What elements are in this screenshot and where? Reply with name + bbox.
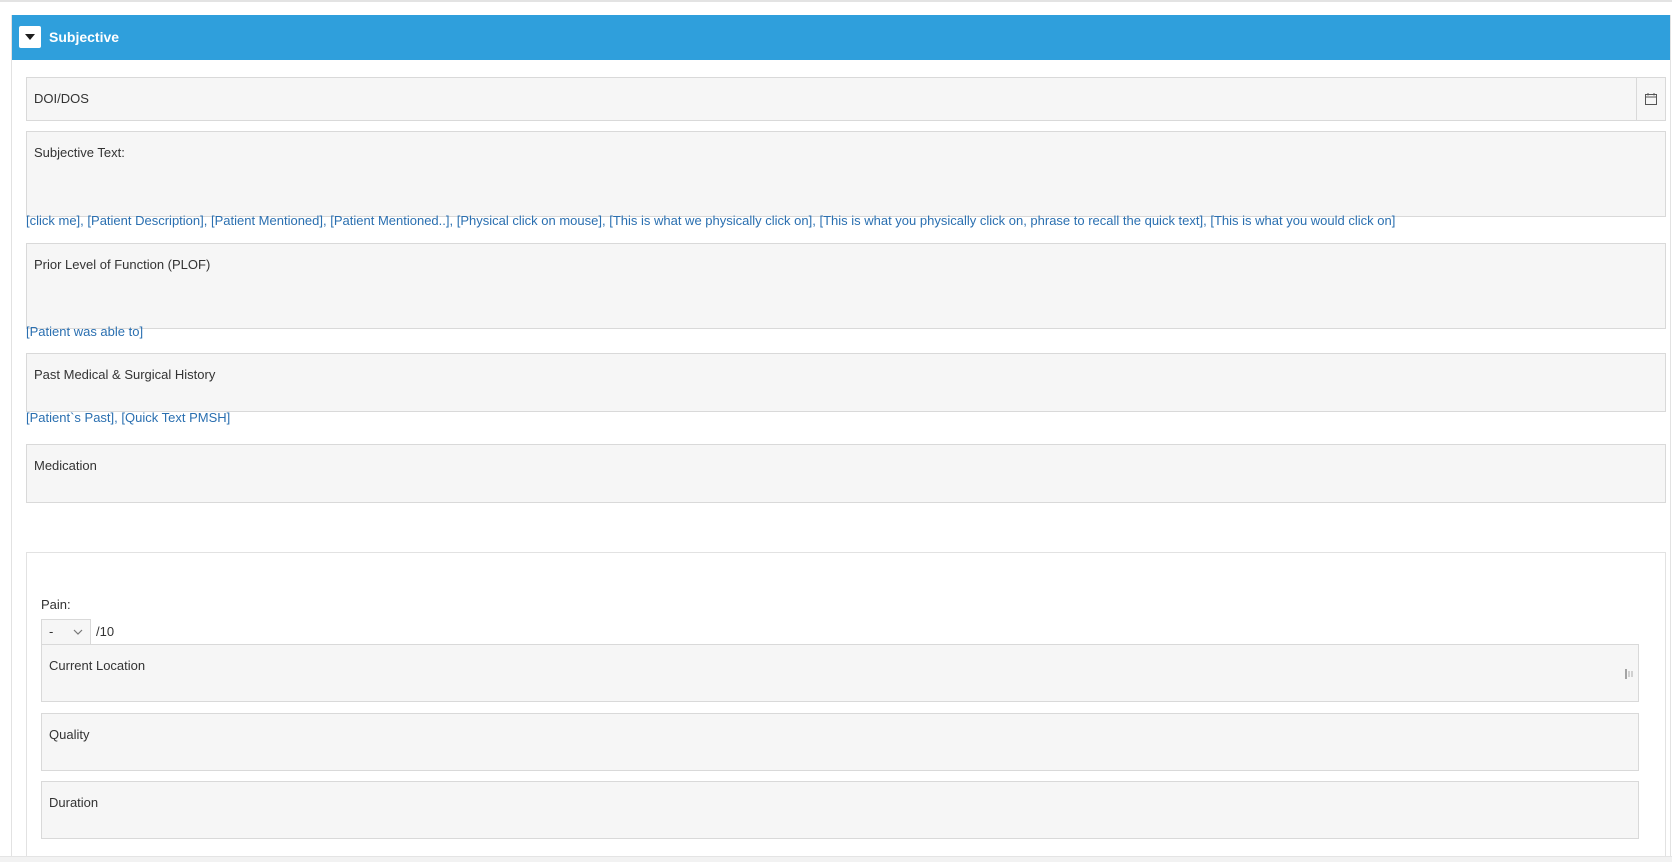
caret-down-icon [25,34,35,40]
quick-link-patients-past[interactable]: [Patient`s Past] [26,410,114,425]
resize-handle-icon[interactable] [1624,667,1634,681]
pain-scale-suffix: /10 [96,624,115,639]
quick-link-phrase-recall[interactable]: [This is what you physically click on, p… [819,213,1203,228]
pmsh-label: Past Medical & Surgical History [34,367,216,382]
top-divider [0,0,1672,2]
subjective-text-area[interactable]: Subjective Text: [26,131,1666,217]
current-location-label: Current Location [49,658,146,673]
pmsh-text-area[interactable]: Past Medical & Surgical History [26,353,1666,412]
quick-link-physical-click[interactable]: [Physical click on mouse] [457,213,602,228]
pmsh-quick-links: [Patient`s Past], [Quick Text PMSH] [26,410,231,425]
calendar-icon [1645,93,1657,105]
pain-section: Pain: - /10 Current Location Quality Dur… [26,552,1666,861]
subjective-quick-links: [click me], [Patient Description], [Pati… [26,213,1396,228]
doi-dos-label: DOI/DOS [34,91,89,106]
medication-label: Medication [34,458,97,473]
plof-text-area[interactable]: Prior Level of Function (PLOF) [26,243,1666,329]
quality-label: Quality [49,727,90,742]
panel-header[interactable]: Subjective [12,15,1670,60]
quick-link-would-click[interactable]: [This is what you would click on] [1210,213,1395,228]
medication-text-area[interactable]: Medication [26,444,1666,503]
plof-label: Prior Level of Function (PLOF) [34,257,211,272]
subjective-text-label: Subjective Text: [34,145,125,160]
plof-quick-links: [Patient was able to] [26,324,143,340]
quick-link-patient-mentioned[interactable]: [Patient Mentioned] [211,213,323,228]
quick-link-patient-description[interactable]: [Patient Description] [87,213,203,228]
quick-link-click-me[interactable]: [click me] [26,213,80,228]
pain-score-select[interactable]: - [41,619,91,645]
collapse-toggle-button[interactable] [19,26,41,48]
quality-field[interactable]: Quality [41,713,1639,771]
doi-dos-field[interactable]: DOI/DOS [26,77,1666,121]
pain-label: Pain: [41,597,71,612]
panel-title: Subjective [49,29,120,45]
current-location-field[interactable]: Current Location [41,644,1639,702]
pain-score-value: - [49,624,54,639]
quick-link-quick-text-pmsh[interactable]: [Quick Text PMSH] [121,410,230,425]
duration-label: Duration [49,795,99,810]
subjective-panel: Subjective DOI/DOS Subjective Text: [cli… [11,15,1671,861]
calendar-button[interactable] [1636,78,1665,120]
quick-link-patient-was-able[interactable]: [Patient was able to] [26,324,143,339]
quick-link-patient-mentioned-2[interactable]: [Patient Mentioned..] [330,213,449,228]
bottom-divider [0,856,1672,862]
chevron-down-icon [73,629,83,635]
duration-field[interactable]: Duration [41,781,1639,839]
quick-link-we-physically-click[interactable]: [This is what we physically click on] [609,213,812,228]
